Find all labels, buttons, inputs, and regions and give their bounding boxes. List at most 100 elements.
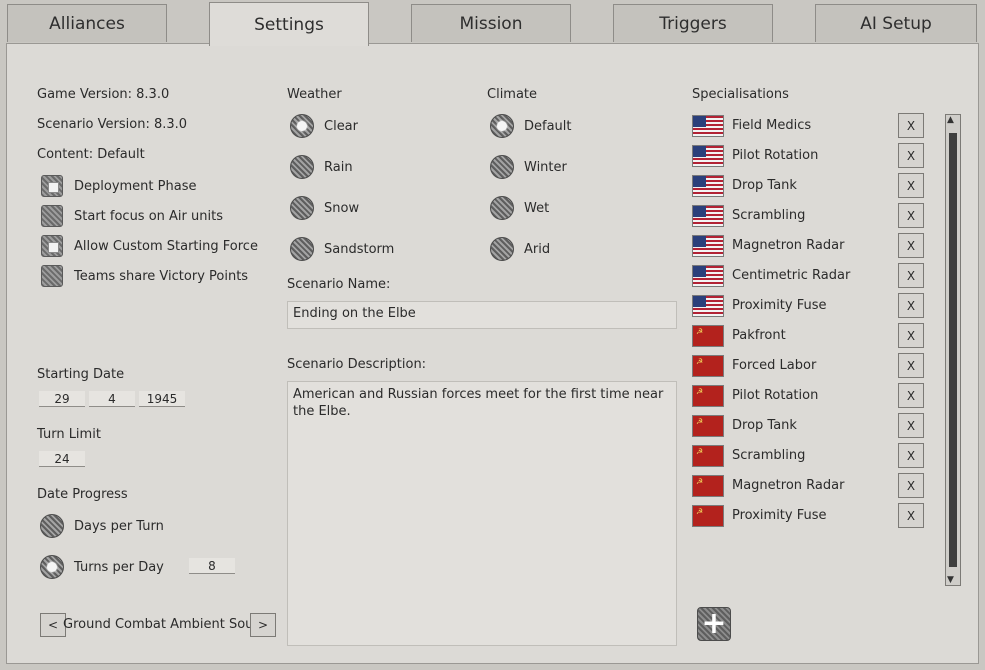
hammer-sickle-icon: ☭ <box>696 327 704 336</box>
scenario-version: Scenario Version: 8.3.0 <box>37 117 188 132</box>
settings-panel: Game Version: 8.3.0 Scenario Version: 8.… <box>6 43 979 664</box>
hammer-sickle-icon: ☭ <box>696 447 704 456</box>
us-flag-icon <box>692 145 724 167</box>
remove-specialisation-button[interactable]: X <box>898 383 924 408</box>
date-progress-label: Date Progress <box>37 487 128 502</box>
tab-bar: Alliances Settings Mission Triggers AI S… <box>0 0 985 46</box>
custom-force-label: Allow Custom Starting Force <box>74 239 258 254</box>
soviet-flag-icon: ☭ <box>692 355 724 377</box>
add-specialisation-button[interactable]: + <box>697 607 731 641</box>
scenario-description-label: Scenario Description: <box>287 357 427 372</box>
remove-specialisation-button[interactable]: X <box>898 173 924 198</box>
turns-per-day-radio[interactable] <box>40 555 64 579</box>
soviet-flag-icon: ☭ <box>692 325 724 347</box>
climate-wet-radio[interactable] <box>490 196 514 220</box>
scroll-down-icon[interactable]: ▼ <box>947 575 954 585</box>
specialisation-row: Centimetric Radar X <box>692 263 932 291</box>
turns-per-day-label: Turns per Day <box>74 560 164 575</box>
turns-per-day-field[interactable]: 8 <box>189 558 235 574</box>
specialisation-name: Magnetron Radar <box>732 238 845 253</box>
specialisation-row: Drop Tank X <box>692 173 932 201</box>
scenario-name-input[interactable]: Ending on the Elbe <box>287 301 677 329</box>
specialisation-name: Scrambling <box>732 208 806 223</box>
climate-winter-radio[interactable] <box>490 155 514 179</box>
specialisation-name: Magnetron Radar <box>732 478 845 493</box>
weather-sandstorm-label: Sandstorm <box>324 242 395 257</box>
us-flag-icon <box>692 175 724 197</box>
share-vp-checkbox[interactable] <box>41 265 63 287</box>
remove-specialisation-button[interactable]: X <box>898 233 924 258</box>
remove-specialisation-button[interactable]: X <box>898 113 924 138</box>
weather-rain-radio[interactable] <box>290 155 314 179</box>
specialisation-row: Proximity Fuse X <box>692 293 932 321</box>
us-flag-icon <box>692 205 724 227</box>
turn-limit-label: Turn Limit <box>37 427 101 442</box>
start-day-field[interactable]: 29 <box>39 391 85 407</box>
remove-specialisation-button[interactable]: X <box>898 293 924 318</box>
hammer-sickle-icon: ☭ <box>696 387 704 396</box>
soviet-flag-icon: ☭ <box>692 445 724 467</box>
turn-limit-field[interactable]: 24 <box>39 451 85 467</box>
hammer-sickle-icon: ☭ <box>696 507 704 516</box>
custom-force-checkbox[interactable] <box>41 235 63 257</box>
tab-ai-setup[interactable]: AI Setup <box>815 4 977 42</box>
weather-clear-label: Clear <box>324 119 358 134</box>
climate-wet-label: Wet <box>524 201 550 216</box>
specialisations-scrollbar[interactable]: ▲ ▼ <box>945 114 961 586</box>
weather-rain-label: Rain <box>324 160 353 175</box>
us-flag-icon <box>692 265 724 287</box>
scenario-description-textarea[interactable]: American and Russian forces meet for the… <box>287 381 677 646</box>
us-flag-icon <box>692 235 724 257</box>
start-month-field[interactable]: 4 <box>89 391 135 407</box>
deployment-phase-label: Deployment Phase <box>74 179 197 194</box>
climate-arid-radio[interactable] <box>490 237 514 261</box>
specialisation-name: Field Medics <box>732 118 812 133</box>
start-year-field[interactable]: 1945 <box>139 391 185 407</box>
soviet-flag-icon: ☭ <box>692 415 724 437</box>
tab-mission[interactable]: Mission <box>411 4 571 42</box>
scroll-up-icon[interactable]: ▲ <box>947 115 954 125</box>
specialisation-row: ☭ Forced Labor X <box>692 353 932 381</box>
tab-settings[interactable]: Settings <box>209 2 369 46</box>
remove-specialisation-button[interactable]: X <box>898 203 924 228</box>
ambient-next-button[interactable]: > <box>250 613 276 637</box>
specialisation-name: Centimetric Radar <box>732 268 851 283</box>
scroll-thumb[interactable] <box>949 133 957 567</box>
specialisation-name: Scrambling <box>732 448 806 463</box>
remove-specialisation-button[interactable]: X <box>898 503 924 528</box>
weather-sandstorm-radio[interactable] <box>290 237 314 261</box>
soviet-flag-icon: ☭ <box>692 385 724 407</box>
ambient-sound-label: Ground Combat Ambient Sound <box>63 617 251 632</box>
specialisation-row: ☭ Scrambling X <box>692 443 932 471</box>
specialisation-name: Drop Tank <box>732 178 797 193</box>
weather-snow-radio[interactable] <box>290 196 314 220</box>
climate-arid-label: Arid <box>524 242 551 257</box>
us-flag-icon <box>692 295 724 317</box>
scenario-name-label: Scenario Name: <box>287 277 391 292</box>
remove-specialisation-button[interactable]: X <box>898 263 924 288</box>
remove-specialisation-button[interactable]: X <box>898 443 924 468</box>
air-focus-label: Start focus on Air units <box>74 209 223 224</box>
specialisation-row: ☭ Drop Tank X <box>692 413 932 441</box>
weather-label: Weather <box>287 87 342 102</box>
specialisation-row: ☭ Proximity Fuse X <box>692 503 932 531</box>
deployment-phase-checkbox[interactable] <box>41 175 63 197</box>
specialisation-row: ☭ Magnetron Radar X <box>692 473 932 501</box>
remove-specialisation-button[interactable]: X <box>898 413 924 438</box>
tab-alliances[interactable]: Alliances <box>7 4 167 42</box>
air-focus-checkbox[interactable] <box>41 205 63 227</box>
starting-date-label: Starting Date <box>37 367 125 382</box>
climate-default-radio[interactable] <box>490 114 514 138</box>
remove-specialisation-button[interactable]: X <box>898 473 924 498</box>
remove-specialisation-button[interactable]: X <box>898 323 924 348</box>
remove-specialisation-button[interactable]: X <box>898 143 924 168</box>
weather-clear-radio[interactable] <box>290 114 314 138</box>
weather-snow-label: Snow <box>324 201 360 216</box>
days-per-turn-label: Days per Turn <box>74 519 164 534</box>
days-per-turn-radio[interactable] <box>40 514 64 538</box>
remove-specialisation-button[interactable]: X <box>898 353 924 378</box>
specialisation-row: Magnetron Radar X <box>692 233 932 261</box>
climate-default-label: Default <box>524 119 572 134</box>
specialisation-row: Scrambling X <box>692 203 932 231</box>
tab-triggers[interactable]: Triggers <box>613 4 773 42</box>
